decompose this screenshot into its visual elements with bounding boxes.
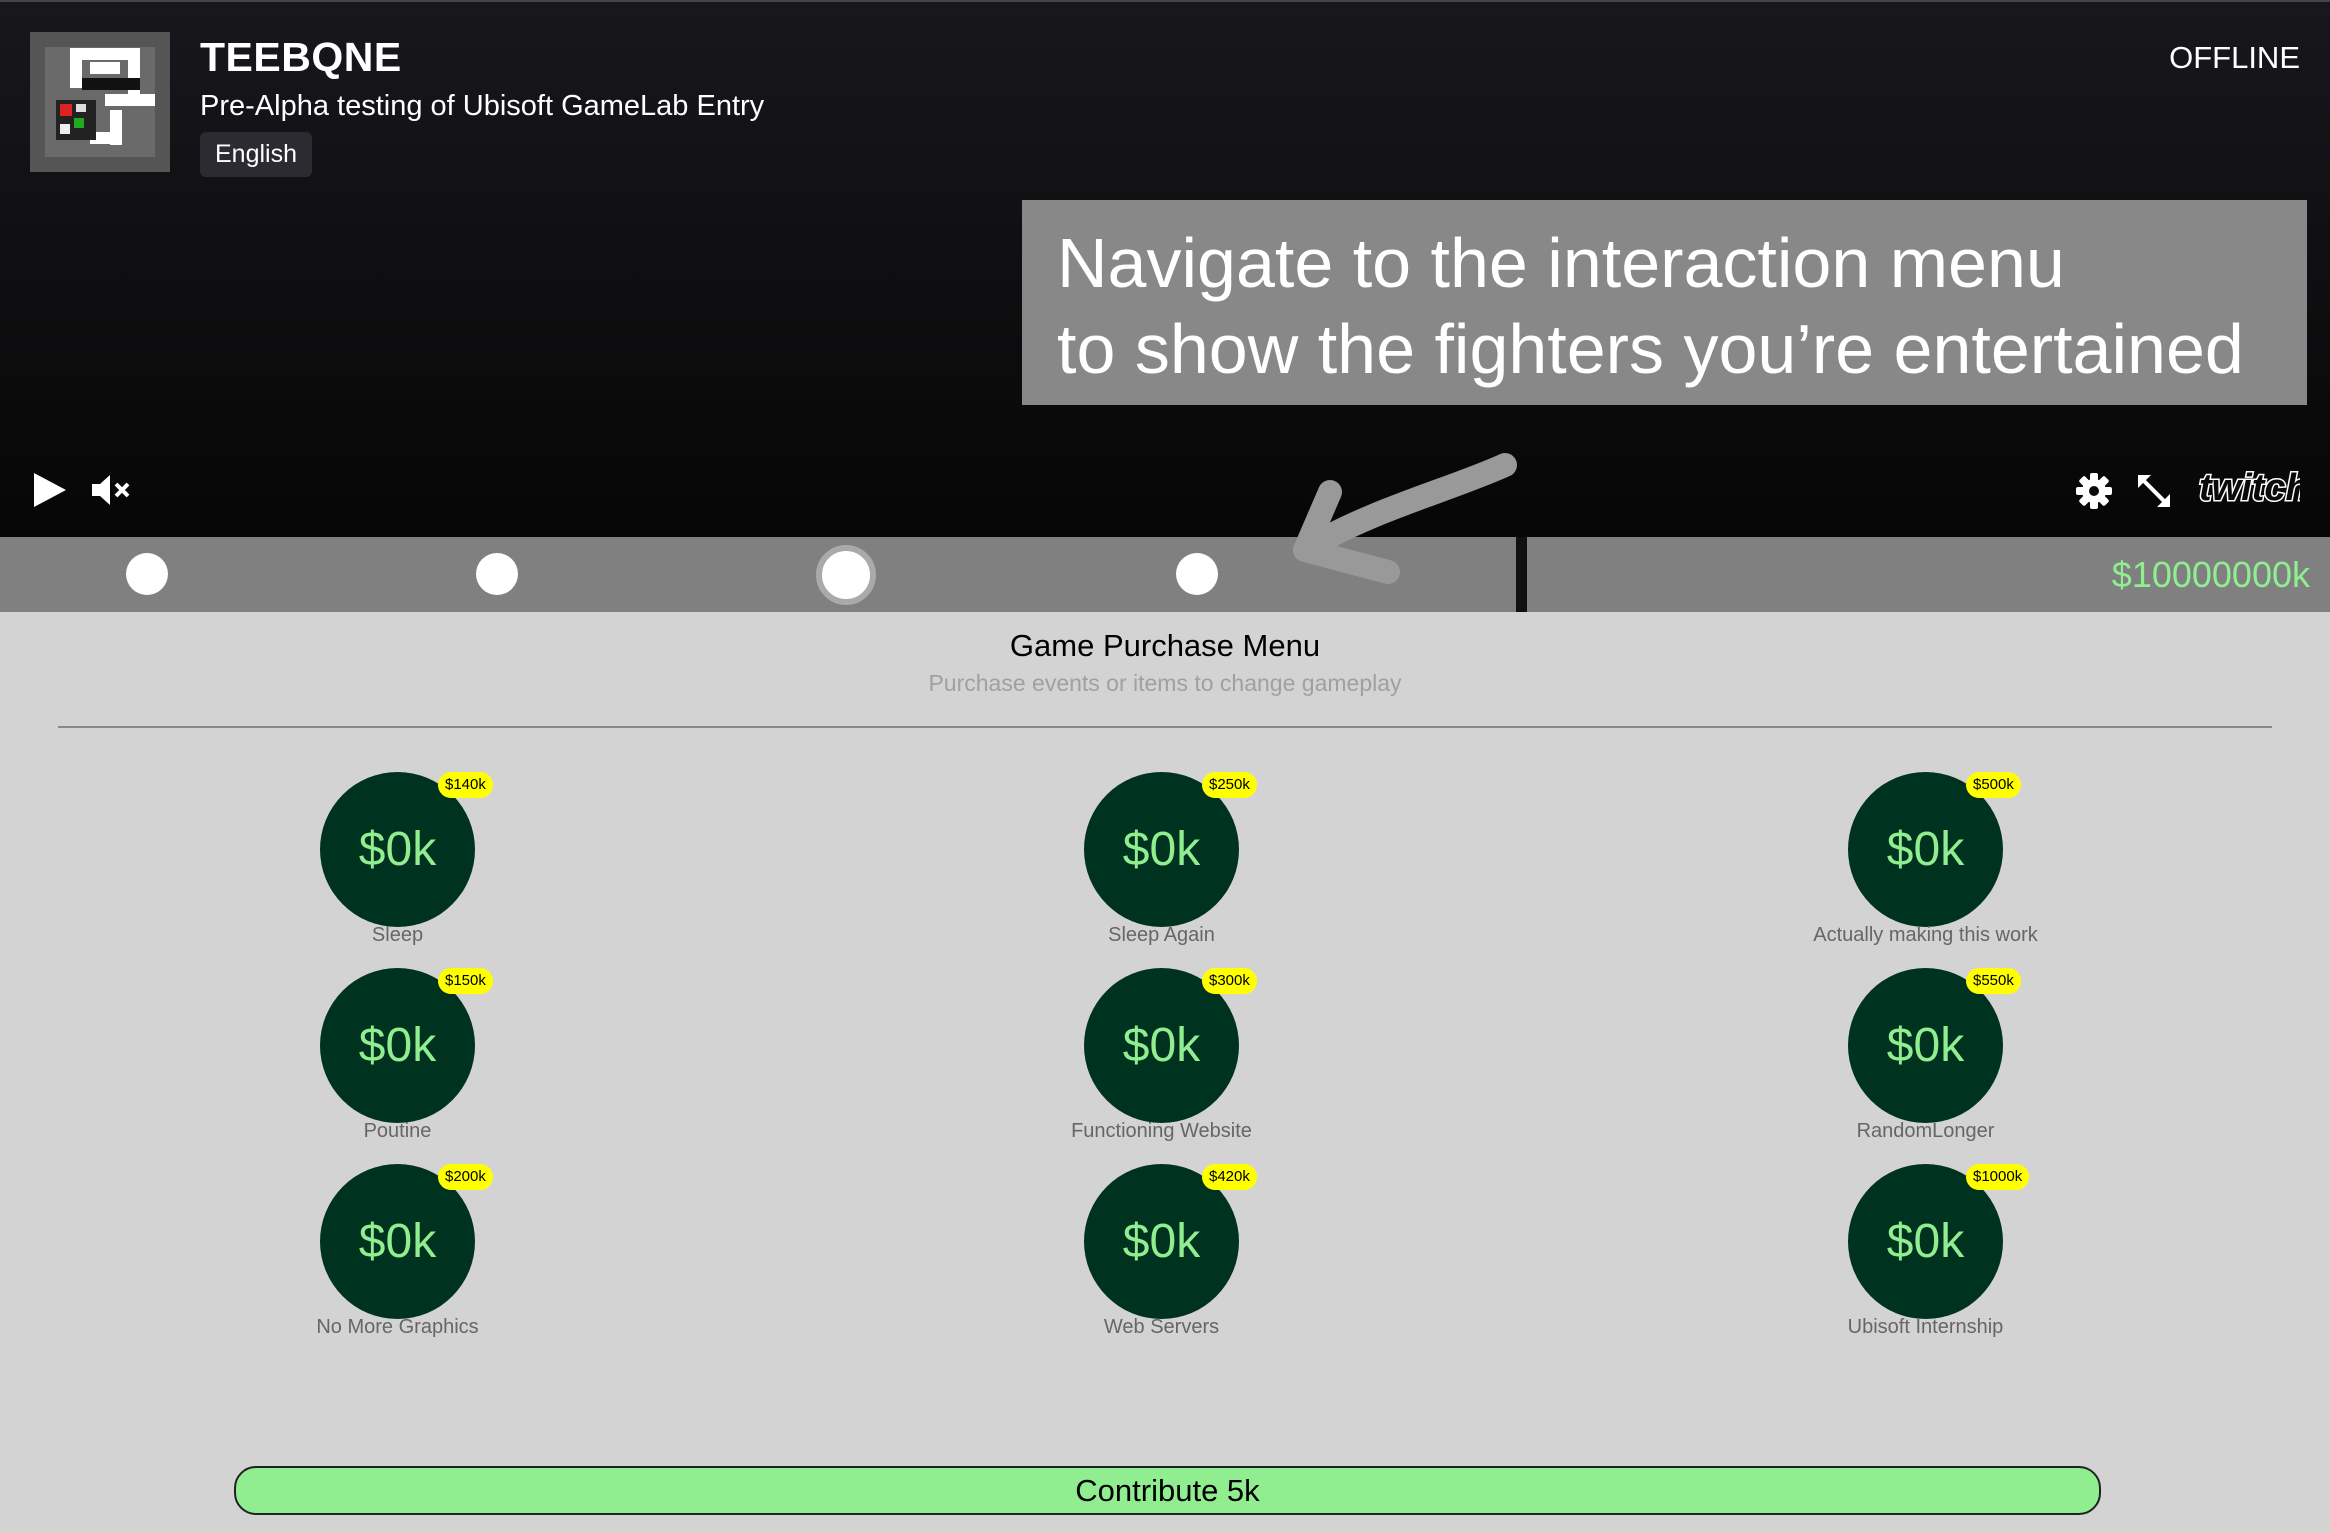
purchase-item-poutine[interactable]: $0k $150k Poutine <box>200 968 560 1153</box>
instruction-overlay: Navigate to the interaction menu to show… <box>1022 200 2307 405</box>
twitch-logo-icon: twitch <box>2198 466 2311 511</box>
settings-button[interactable] <box>2075 472 2113 515</box>
channel-avatar[interactable] <box>30 32 170 172</box>
menu-title: Game Purchase Menu <box>1009 628 1321 663</box>
overlay-line-2: to show the fighters you’re entertained <box>1057 310 2244 388</box>
price-badge: $300k <box>1202 968 1257 994</box>
expand-icon <box>2138 475 2170 507</box>
purchase-item-functioning-website[interactable]: $0k $300k Functioning Website <box>964 968 1324 1153</box>
nav-dot-3-active[interactable] <box>816 545 876 605</box>
pixel-logo-icon <box>30 32 170 172</box>
price-badge: $200k <box>438 1164 493 1190</box>
nav-dot-1[interactable] <box>126 553 168 595</box>
balance-panel: $10000000k <box>1527 537 2330 612</box>
price-badge: $150k <box>438 968 493 994</box>
gear-icon <box>2076 473 2112 509</box>
price-badge: $420k <box>1202 1164 1257 1190</box>
nav-dot-4[interactable] <box>1176 553 1218 595</box>
purchase-item-sleep-again[interactable]: $0k $250k Sleep Again <box>964 772 1324 957</box>
purchase-item-no-more-graphics[interactable]: $0k $200k No More Graphics <box>200 1164 560 1349</box>
item-label: Sleep Again <box>1108 924 1215 946</box>
item-label: Actually making this work <box>1813 924 2038 946</box>
price-badge: $140k <box>438 772 493 798</box>
price-badge: $1000k <box>1966 1164 2030 1190</box>
price-badge: $500k <box>1966 772 2021 798</box>
overlay-line-1: Navigate to the interaction menu <box>1057 224 2065 302</box>
play-button[interactable] <box>30 470 70 515</box>
item-label: Functioning Website <box>1071 1120 1252 1142</box>
purchase-item-web-servers[interactable]: $0k $420k Web Servers <box>964 1164 1324 1349</box>
item-label: Ubisoft Internship <box>1847 1316 2004 1338</box>
video-player[interactable]: TEEBQNE Pre-Alpha testing of Ubisoft Gam… <box>0 0 2330 537</box>
pointer-arrow-icon <box>1293 453 1517 584</box>
item-label: Poutine <box>363 1120 432 1142</box>
svg-text:twitch: twitch <box>2199 467 2300 509</box>
language-tag[interactable]: English <box>200 132 312 177</box>
play-icon <box>34 473 66 507</box>
nav-dot-2[interactable] <box>476 553 518 595</box>
fullscreen-button[interactable] <box>2135 472 2173 515</box>
offline-status: OFFLINE <box>2169 40 2300 75</box>
price-badge: $550k <box>1966 968 2021 994</box>
menu-divider <box>58 726 2272 728</box>
twitch-logo[interactable]: twitch <box>2196 465 2311 516</box>
contribute-button[interactable]: Contribute 5k <box>234 1466 2101 1515</box>
muted-speaker-icon <box>92 475 130 505</box>
mute-button[interactable] <box>90 472 132 513</box>
stream-title: Pre-Alpha testing of Ubisoft GameLab Ent… <box>200 90 765 122</box>
purchase-item-actually-making-this-work[interactable]: $0k $500k Actually making this work <box>1728 772 2088 957</box>
item-label: Web Servers <box>1103 1316 1220 1338</box>
menu-subtitle: Purchase events or items to change gamep… <box>928 670 1402 696</box>
purchase-item-ubisoft-internship[interactable]: $0k $1000k Ubisoft Internship <box>1728 1164 2088 1349</box>
item-label: Sleep <box>371 924 424 946</box>
purchase-item-random-longer[interactable]: $0k $550k RandomLonger <box>1728 968 2088 1153</box>
balance-amount: $10000000k <box>2111 554 2310 595</box>
item-label: RandomLonger <box>1856 1120 1995 1142</box>
item-label: No More Graphics <box>316 1316 479 1338</box>
purchase-item-sleep[interactable]: $0k $140k Sleep <box>200 772 560 957</box>
price-badge: $250k <box>1202 772 1257 798</box>
channel-name[interactable]: TEEBQNE <box>200 34 402 81</box>
